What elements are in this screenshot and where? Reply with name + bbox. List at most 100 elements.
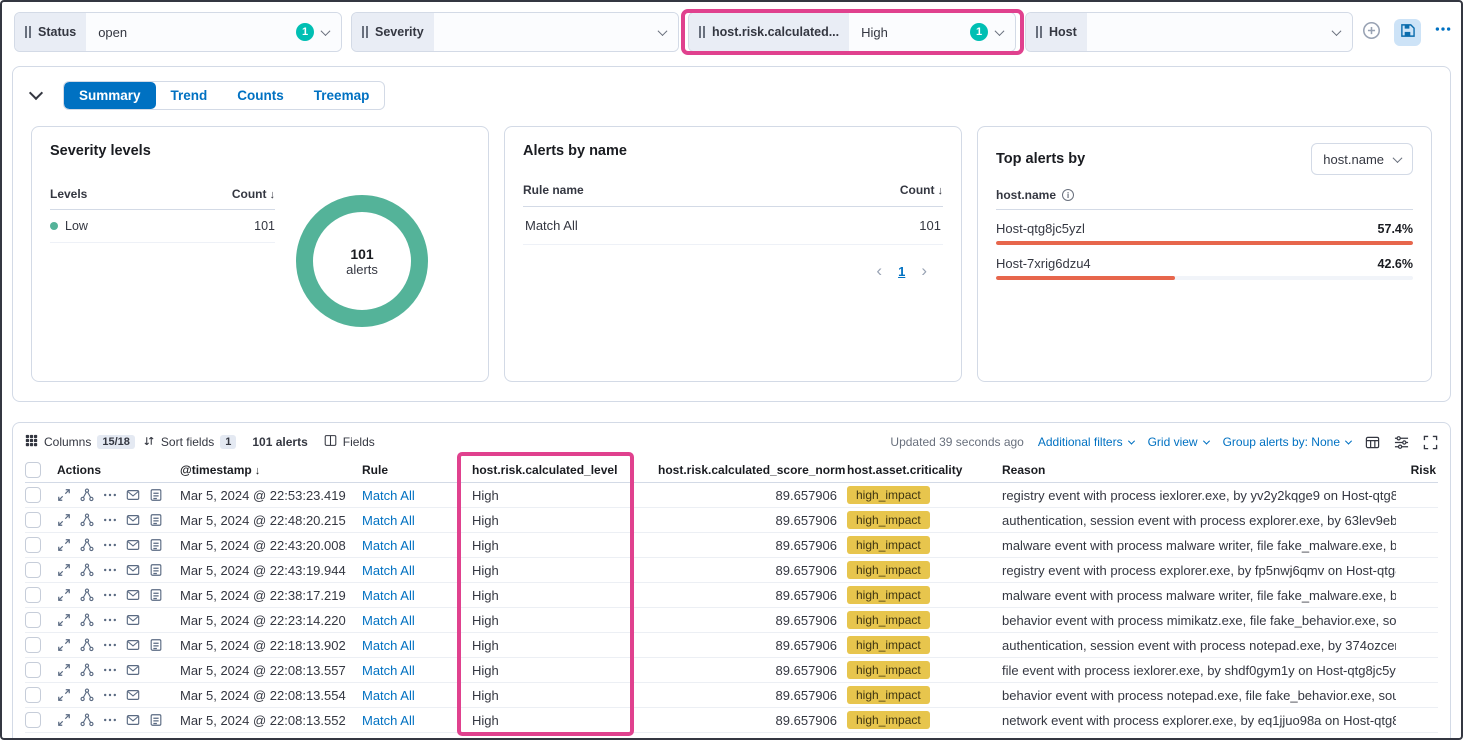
analyze-event-icon[interactable] [80, 488, 94, 502]
analyze-event-icon[interactable] [80, 513, 94, 527]
session-view-icon[interactable] [126, 563, 140, 577]
top-alerts-field-select[interactable]: host.name [1311, 143, 1413, 175]
session-view-icon[interactable] [126, 663, 140, 677]
rule-link[interactable]: Match All [362, 713, 415, 728]
filter-host-value-area[interactable] [1087, 13, 1352, 51]
expand-alert-icon[interactable] [57, 513, 71, 527]
more-actions-icon[interactable] [103, 713, 117, 727]
bulk-actions-button[interactable] [1365, 435, 1380, 450]
header-timestamp[interactable]: @timestamp↓ [180, 463, 362, 477]
row-checkbox[interactable] [25, 562, 41, 578]
drag-handle-icon[interactable] [699, 26, 705, 38]
more-actions-icon[interactable] [103, 663, 117, 677]
rule-link[interactable]: Match All [362, 563, 415, 578]
visual-analyzer-icon[interactable] [149, 588, 163, 602]
analyze-event-icon[interactable] [80, 688, 94, 702]
group-alerts-by-button[interactable]: Group alerts by: None [1223, 435, 1351, 449]
analyze-event-icon[interactable] [80, 613, 94, 627]
header-reason[interactable]: Reason [1002, 463, 1396, 477]
column-header-count[interactable]: Count↓ [900, 183, 943, 197]
row-checkbox[interactable] [25, 687, 41, 703]
session-view-icon[interactable] [126, 488, 140, 502]
column-header-count[interactable]: Count↓ [232, 187, 275, 201]
tab-counts[interactable]: Counts [222, 82, 299, 109]
visual-analyzer-icon[interactable] [149, 713, 163, 727]
more-actions-icon[interactable] [103, 588, 117, 602]
expand-alert-icon[interactable] [57, 488, 71, 502]
next-page-icon[interactable]: › [921, 261, 927, 281]
row-checkbox[interactable] [25, 712, 41, 728]
session-view-icon[interactable] [126, 688, 140, 702]
expand-alert-icon[interactable] [57, 713, 71, 727]
visual-analyzer-icon[interactable] [149, 488, 163, 502]
filter-status[interactable]: Status open 1 [14, 12, 342, 52]
fields-button[interactable]: Fields [324, 434, 375, 450]
header-criticality[interactable]: host.asset.criticality [847, 463, 1002, 477]
expand-alert-icon[interactable] [57, 663, 71, 677]
drag-handle-icon[interactable] [362, 26, 368, 38]
rule-link[interactable]: Match All [362, 538, 415, 553]
header-rule[interactable]: Rule [362, 463, 472, 477]
rule-link[interactable]: Match All [362, 638, 415, 653]
row-checkbox[interactable] [25, 662, 41, 678]
filter-severity[interactable]: Severity [351, 12, 679, 52]
expand-alert-icon[interactable] [57, 638, 71, 652]
select-all-checkbox[interactable] [25, 462, 41, 478]
header-risk[interactable]: Risk [1396, 463, 1438, 477]
more-actions-icon[interactable] [103, 688, 117, 702]
rule-link[interactable]: Match All [362, 688, 415, 703]
header-risk-score[interactable]: host.risk.calculated_score_norm [658, 463, 847, 477]
more-actions-icon[interactable] [103, 613, 117, 627]
tab-trend[interactable]: Trend [156, 82, 223, 109]
filter-status-value-area[interactable]: open 1 [86, 13, 341, 51]
expand-alert-icon[interactable] [57, 688, 71, 702]
add-control-button[interactable] [1362, 21, 1381, 43]
row-checkbox[interactable] [25, 512, 41, 528]
session-view-icon[interactable] [126, 588, 140, 602]
drag-handle-icon[interactable] [25, 26, 31, 38]
session-view-icon[interactable] [126, 613, 140, 627]
row-checkbox[interactable] [25, 537, 41, 553]
drag-handle-icon[interactable] [1036, 26, 1042, 38]
rule-link[interactable]: Match All [362, 488, 415, 503]
info-icon[interactable]: i [1062, 189, 1074, 201]
visual-analyzer-icon[interactable] [149, 538, 163, 552]
session-view-icon[interactable] [126, 713, 140, 727]
filter-settings-button[interactable] [1434, 20, 1452, 44]
more-actions-icon[interactable] [103, 538, 117, 552]
fullscreen-button[interactable] [1423, 435, 1438, 450]
sort-fields-button[interactable]: Sort fields 1 [143, 435, 236, 450]
expand-alert-icon[interactable] [57, 588, 71, 602]
analyze-event-icon[interactable] [80, 663, 94, 677]
additional-filters-button[interactable]: Additional filters [1038, 435, 1134, 449]
visual-analyzer-icon[interactable] [149, 638, 163, 652]
session-view-icon[interactable] [126, 538, 140, 552]
row-checkbox[interactable] [25, 587, 41, 603]
expand-alert-icon[interactable] [57, 563, 71, 577]
session-view-icon[interactable] [126, 513, 140, 527]
row-checkbox[interactable] [25, 637, 41, 653]
grid-view-button[interactable]: Grid view [1148, 435, 1209, 449]
tab-summary[interactable]: Summary [64, 82, 156, 109]
previous-page-icon[interactable]: ‹ [876, 261, 882, 281]
more-actions-icon[interactable] [103, 513, 117, 527]
filter-host-risk-value-area[interactable]: High 1 [849, 13, 1015, 51]
expand-alert-icon[interactable] [57, 613, 71, 627]
more-actions-icon[interactable] [103, 488, 117, 502]
columns-button[interactable]: Columns 15/18 [25, 434, 135, 450]
row-checkbox[interactable] [25, 487, 41, 503]
rule-link[interactable]: Match All [362, 513, 415, 528]
filter-severity-value-area[interactable] [434, 13, 678, 51]
filter-host-risk[interactable]: host.risk.calculated... High 1 [688, 12, 1016, 52]
header-risk-level[interactable]: host.risk.calculated_level [472, 463, 658, 477]
page-number[interactable]: 1 [898, 264, 905, 279]
analyze-event-icon[interactable] [80, 713, 94, 727]
more-actions-icon[interactable] [103, 563, 117, 577]
collapse-chevron-icon[interactable] [29, 86, 43, 100]
session-view-icon[interactable] [126, 638, 140, 652]
tab-treemap[interactable]: Treemap [299, 82, 385, 109]
visual-analyzer-icon[interactable] [149, 513, 163, 527]
expand-alert-icon[interactable] [57, 538, 71, 552]
rule-link[interactable]: Match All [362, 613, 415, 628]
row-checkbox[interactable] [25, 612, 41, 628]
